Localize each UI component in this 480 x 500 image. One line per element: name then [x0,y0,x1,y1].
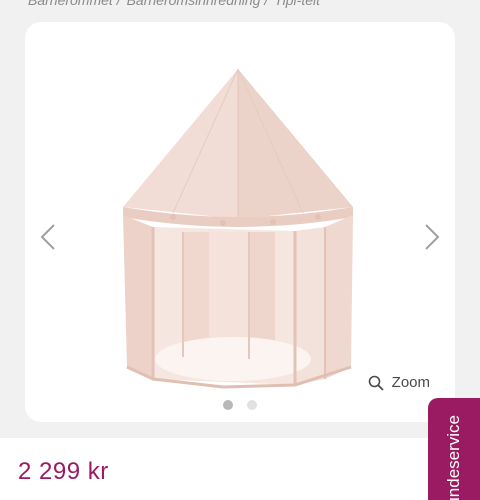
magnifier-icon [368,375,384,391]
gallery-prev-button[interactable] [33,217,63,257]
breadcrumb-item-barnerommet[interactable]: Barnerommet / [28,0,121,8]
product-gallery: Zoom [25,22,455,422]
product-image[interactable] [113,67,383,397]
chevron-left-icon [40,224,55,250]
breadcrumb-item-barneromsinnredning[interactable]: Barneromsinnredning / [127,0,269,8]
gallery-next-button[interactable] [417,217,447,257]
gallery-dot-2[interactable] [247,400,257,410]
breadcrumb: Barnerommet / Barneromsinnredning / Tipi… [28,0,320,10]
gallery-pagination [25,400,455,410]
chevron-right-icon [425,224,440,250]
customer-service-tab[interactable]: Kundeservice [428,398,480,500]
customer-service-label: Kundeservice [444,414,463,500]
product-price: 2 299 kr [18,458,109,485]
zoom-label: Zoom [391,374,430,391]
zoom-button[interactable]: Zoom [368,374,430,391]
breadcrumb-item-current: Tipi-telt [274,0,321,8]
gallery-dot-1[interactable] [223,400,233,410]
